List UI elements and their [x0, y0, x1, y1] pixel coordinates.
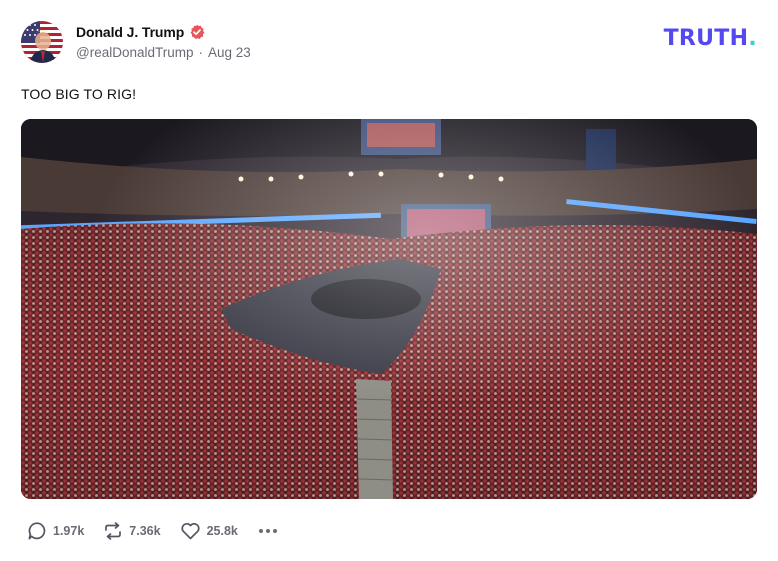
meta-row: @realDonaldTrump · Aug 23 [76, 45, 251, 60]
truth-post: Donald J. Trump @realDonaldTrump · Aug 2… [0, 0, 778, 561]
truth-wordmark: TRUTH [663, 26, 749, 51]
more-icon-dot [265, 529, 270, 533]
like-button[interactable]: 25.8k [180, 521, 238, 541]
author-block: Donald J. Trump @realDonaldTrump · Aug 2… [76, 22, 251, 60]
truth-wordmark-dot: . [748, 26, 757, 51]
author-handle[interactable]: @realDonaldTrump [76, 45, 194, 60]
name-row: Donald J. Trump [76, 22, 251, 42]
author-avatar[interactable] [21, 21, 63, 63]
reply-count: 1.97k [53, 524, 85, 538]
post-text: TOO BIG TO RIG! [21, 86, 137, 102]
meta-separator: · [198, 45, 204, 60]
truth-logo[interactable]: TRUTH. [664, 28, 757, 50]
retruth-button[interactable]: 7.36k [103, 521, 161, 541]
more-icon-dot [272, 529, 277, 533]
like-count: 25.8k [206, 524, 238, 538]
arena-crowd-photo-icon [21, 119, 757, 499]
more-options-button[interactable] [257, 525, 279, 537]
retruth-count: 7.36k [129, 524, 161, 538]
reply-button[interactable]: 1.97k [27, 521, 84, 541]
reply-icon [28, 522, 46, 540]
heart-icon [180, 522, 200, 540]
post-actions: 1.97k 7.36k 25.8k [27, 520, 279, 542]
verified-badge-icon [190, 24, 205, 39]
more-icon [258, 529, 263, 533]
author-display-name[interactable]: Donald J. Trump [76, 24, 184, 40]
retruth-icon [105, 522, 122, 540]
post-timestamp[interactable]: Aug 23 [208, 45, 251, 60]
post-media[interactable] [21, 119, 757, 499]
flag-portrait-avatar-icon [21, 21, 63, 63]
